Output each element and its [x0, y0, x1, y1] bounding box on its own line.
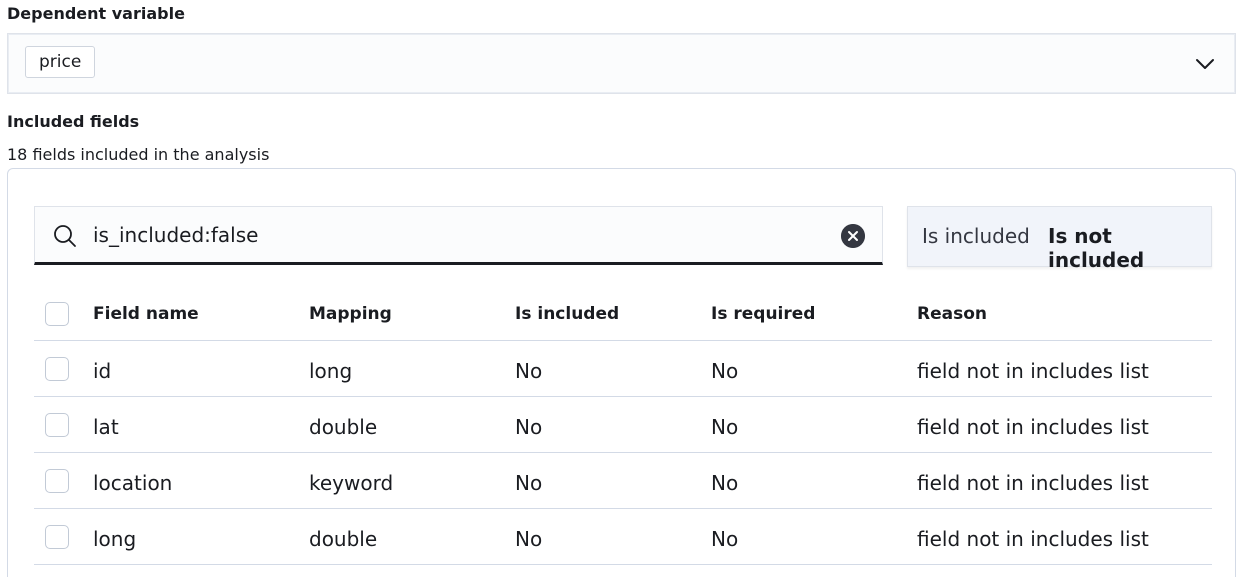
field-name-cell: long — [93, 527, 137, 551]
field-name-cell: location — [93, 471, 173, 495]
reason-cell: field not in includes list — [917, 471, 1149, 495]
search-input[interactable]: is_included:false — [34, 206, 883, 265]
table-header-row: Field name Mapping Is included Is requir… — [34, 287, 1212, 341]
search-icon — [54, 225, 76, 247]
is-required-cell: No — [711, 415, 739, 439]
is-included-cell: No — [515, 415, 543, 439]
mapping-cell: double — [309, 415, 378, 439]
reason-cell: field not in includes list — [917, 527, 1149, 551]
table-row: location keyword No No field not in incl… — [34, 453, 1212, 509]
column-header-is-required[interactable]: Is required — [711, 304, 815, 324]
search-query-text[interactable]: is_included:false — [93, 223, 258, 247]
column-header-field-name[interactable]: Field name — [93, 304, 199, 324]
included-fields-summary: 18 fields included in the analysis — [7, 145, 270, 164]
data-frame-analytics-config: Dependent variable price Included fields… — [0, 0, 1244, 577]
included-fields-panel: is_included:false Is included Is not inc… — [7, 168, 1236, 577]
field-name-cell: lat — [93, 415, 119, 439]
mapping-cell: double — [309, 527, 378, 551]
mapping-cell: long — [309, 359, 353, 383]
is-required-cell: No — [711, 471, 739, 495]
field-name-cell: id — [93, 359, 112, 383]
included-fields-title: Included fields — [7, 112, 140, 131]
select-all-checkbox[interactable] — [45, 302, 69, 326]
reason-cell: field not in includes list — [917, 359, 1149, 383]
filter-is-not-included-button[interactable]: Is not included — [1048, 224, 1211, 272]
row-checkbox[interactable] — [45, 525, 69, 549]
is-required-cell: No — [711, 527, 739, 551]
inclusion-filter-toggle: Is included Is not included — [907, 206, 1212, 272]
fields-table: Field name Mapping Is included Is requir… — [34, 287, 1212, 565]
table-row: id long No No field not in includes list — [34, 341, 1212, 397]
chevron-down-icon[interactable] — [1195, 54, 1215, 74]
column-header-reason[interactable]: Reason — [917, 304, 987, 324]
mapping-cell: keyword — [309, 471, 394, 495]
dependent-variable-label: Dependent variable — [7, 4, 185, 23]
table-row: lat double No No field not in includes l… — [34, 397, 1212, 453]
row-checkbox[interactable] — [45, 469, 69, 493]
table-row: long double No No field not in includes … — [34, 509, 1212, 565]
filter-is-included-button[interactable]: Is included — [922, 224, 1030, 248]
column-header-mapping[interactable]: Mapping — [309, 304, 392, 324]
column-header-is-included[interactable]: Is included — [515, 304, 619, 324]
is-required-cell: No — [711, 359, 739, 383]
is-included-cell: No — [515, 471, 543, 495]
dependent-variable-select[interactable]: price — [7, 33, 1236, 94]
row-checkbox[interactable] — [45, 357, 69, 381]
selected-value-pill[interactable]: price — [25, 46, 96, 78]
is-included-cell: No — [515, 359, 543, 383]
row-checkbox[interactable] — [45, 413, 69, 437]
clear-search-icon[interactable] — [841, 224, 865, 248]
reason-cell: field not in includes list — [917, 415, 1149, 439]
is-included-cell: No — [515, 527, 543, 551]
